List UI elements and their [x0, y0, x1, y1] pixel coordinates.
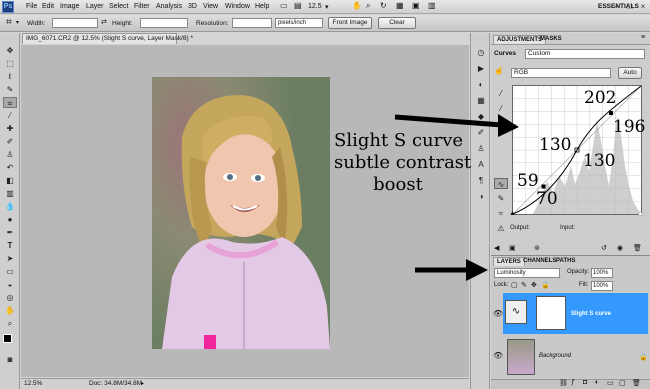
annotation-arrows [394, 114, 519, 281]
arrow-to-blend-mode [415, 259, 488, 281]
arrow-to-curves [394, 114, 519, 137]
